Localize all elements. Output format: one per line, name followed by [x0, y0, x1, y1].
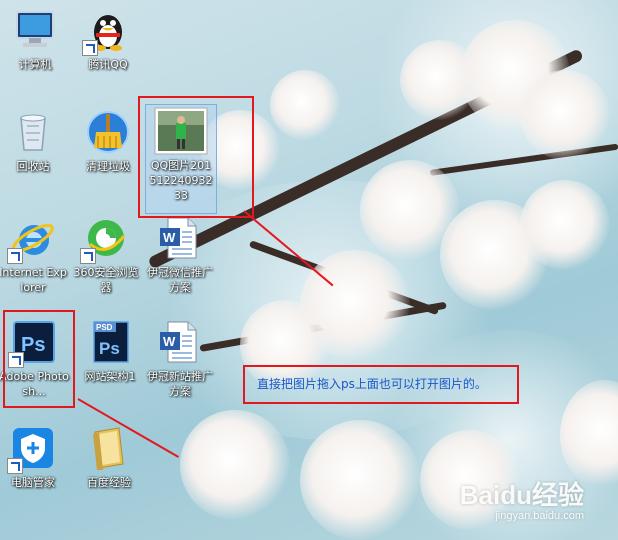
desktop-icon-360-browser[interactable]: 360安全浏览器: [71, 214, 141, 295]
desktop-icon-label: 伊冠新站推广方案: [147, 370, 213, 398]
svg-text:W: W: [163, 230, 176, 245]
internet-explorer-icon: [7, 214, 57, 264]
broom-cleaner-icon: [84, 108, 132, 156]
desktop-icon-label: 清理垃圾: [86, 160, 130, 173]
desktop-icon-psd-file[interactable]: PSD Ps 网站架构1: [75, 318, 145, 384]
folder-icon: [85, 424, 133, 472]
desktop-icon-label: 腾讯QQ: [88, 58, 128, 71]
shortcut-arrow-icon: [82, 40, 98, 56]
desktop-icon-label: 计算机: [18, 58, 52, 71]
desktop-icon-folder[interactable]: 百度经验: [74, 424, 144, 490]
svg-text:PSD: PSD: [96, 323, 113, 332]
desktop-icon-label: 百度经验: [87, 476, 131, 489]
desktop-icon-recycle-bin[interactable]: 回收站: [0, 108, 68, 174]
shortcut-arrow-icon: [7, 248, 23, 264]
qq-penguin-icon: [82, 6, 132, 56]
word-document-icon: W: [156, 318, 204, 366]
desktop-icon-label: 回收站: [16, 160, 50, 173]
baidu-watermark: Baidu经验 jingyan.baidu.com: [460, 475, 584, 522]
desktop-icon-doc2[interactable]: W 伊冠新站推广方案: [145, 318, 215, 399]
desktop-icon-label: Internet Explorer: [0, 266, 67, 294]
shortcut-arrow-icon: [7, 458, 23, 474]
recycle-bin-icon: [9, 108, 57, 156]
desktop-icon-doc1[interactable]: W 伊冠微信推广方案: [145, 214, 215, 295]
computer-icon: [11, 6, 59, 54]
desktop-icon-label: 电脑管家: [11, 476, 55, 489]
shortcut-arrow-icon: [80, 248, 96, 264]
desktop-icon-cleaner[interactable]: 清理垃圾: [73, 108, 143, 174]
highlight-box-photoshop: [3, 310, 75, 408]
psd-file-icon: PSD Ps: [86, 318, 134, 366]
desktop-icon-pc-manager[interactable]: 电脑管家: [0, 424, 68, 490]
desktop-icon-ie[interactable]: Internet Explorer: [0, 214, 68, 295]
svg-text:Ps: Ps: [99, 339, 120, 358]
pc-manager-icon: [7, 424, 57, 474]
watermark-brand: Baidu经验: [459, 480, 584, 510]
svg-text:W: W: [163, 334, 176, 349]
annotation-note: 直接把图片拖入ps上面也可以打开图片的。: [243, 365, 519, 404]
word-document-icon: W: [156, 214, 204, 262]
browser-360-icon: [80, 214, 130, 264]
desktop-icon-qq[interactable]: 腾讯QQ: [73, 6, 143, 72]
desktop-icon-label: 网站架构1: [84, 370, 136, 383]
highlight-box-photo: [138, 96, 254, 218]
desktop-icon-label: 伊冠微信推广方案: [147, 266, 213, 294]
desktop-icon-computer[interactable]: 计算机: [0, 6, 70, 72]
desktop-icon-label: 360安全浏览器: [73, 266, 139, 294]
